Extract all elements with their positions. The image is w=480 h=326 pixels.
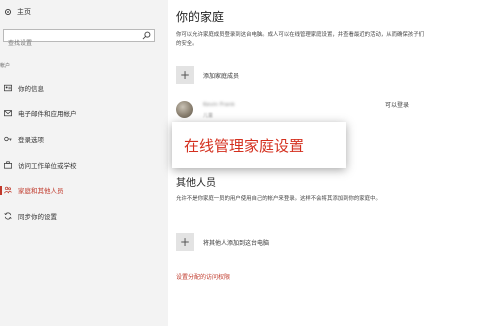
home-nav-item[interactable]: 主页: [4, 6, 31, 18]
manage-family-online-callout[interactable]: 在线管理家庭设置: [172, 122, 346, 168]
manage-family-online-label: 在线管理家庭设置: [184, 136, 305, 155]
search-input[interactable]: [4, 38, 138, 49]
mail-icon: [4, 110, 12, 117]
search-icon[interactable]: [142, 31, 151, 40]
other-people-title: 其他人员: [176, 178, 216, 189]
sidebar-item-sign-in-options[interactable]: 登录选项: [4, 133, 164, 145]
settings-sidebar: 主页 帐户 你的信息 电子邮件和应用帐户 登录选项 访问工作单位或学校 家庭和其…: [0, 0, 168, 326]
family-description: 你可以允许家庭成员登录到这台电脑。成人可以在线管理家庭设置，并查看最近的活动，从…: [176, 32, 424, 47]
avatar: [176, 101, 193, 118]
active-indicator: [0, 186, 2, 195]
add-family-member-button[interactable]: + 添加家庭成员: [176, 66, 239, 84]
sidebar-item-label: 家庭和其他人员: [18, 187, 64, 195]
other-people-description: 允许不是你家庭一员的用户使用自己的帐户来登录。这样不会将其添加到你的家庭中。: [176, 196, 381, 202]
member-status: 可以登录: [385, 102, 410, 109]
family-member-row[interactable]: Kevin Frank 儿童 可以登录: [176, 99, 426, 121]
assigned-access-link[interactable]: 设置分配的访问权限: [176, 272, 230, 281]
sidebar-item-email-accounts[interactable]: 电子邮件和应用帐户: [4, 107, 164, 119]
sync-icon: [4, 212, 12, 220]
sidebar-item-label: 访问工作单位或学校: [18, 162, 77, 170]
briefcase-icon: [4, 161, 12, 169]
people-icon: [4, 186, 12, 194]
add-other-person-label: 将其他人添加到这台电脑: [203, 239, 270, 247]
person-card-icon: [4, 84, 12, 92]
home-label: 主页: [17, 8, 31, 16]
sidebar-item-work-school[interactable]: 访问工作单位或学校: [4, 159, 164, 171]
key-icon: [4, 136, 12, 142]
sidebar-item-your-info[interactable]: 你的信息: [4, 82, 164, 94]
sidebar-item-label: 你的信息: [18, 85, 44, 93]
sidebar-item-family-other-people[interactable]: 家庭和其他人员: [0, 184, 164, 196]
search-box[interactable]: [3, 29, 155, 49]
add-other-person-button[interactable]: + 将其他人添加到这台电脑: [176, 233, 269, 251]
member-name: Kevin Frank: [203, 102, 235, 108]
sidebar-item-label: 电子邮件和应用帐户: [18, 110, 77, 118]
add-family-member-label: 添加家庭成员: [203, 72, 240, 80]
sidebar-item-label: 登录选项: [18, 136, 44, 144]
sidebar-item-sync-settings[interactable]: 同步你的设置: [4, 210, 164, 222]
gear-icon: [4, 8, 12, 16]
section-label: 帐户: [0, 63, 11, 69]
plus-icon: +: [176, 233, 194, 251]
member-role: 儿童: [203, 113, 214, 119]
page-title: 你的家庭: [176, 10, 225, 24]
plus-icon: +: [176, 66, 194, 84]
sidebar-item-label: 同步你的设置: [18, 213, 57, 221]
